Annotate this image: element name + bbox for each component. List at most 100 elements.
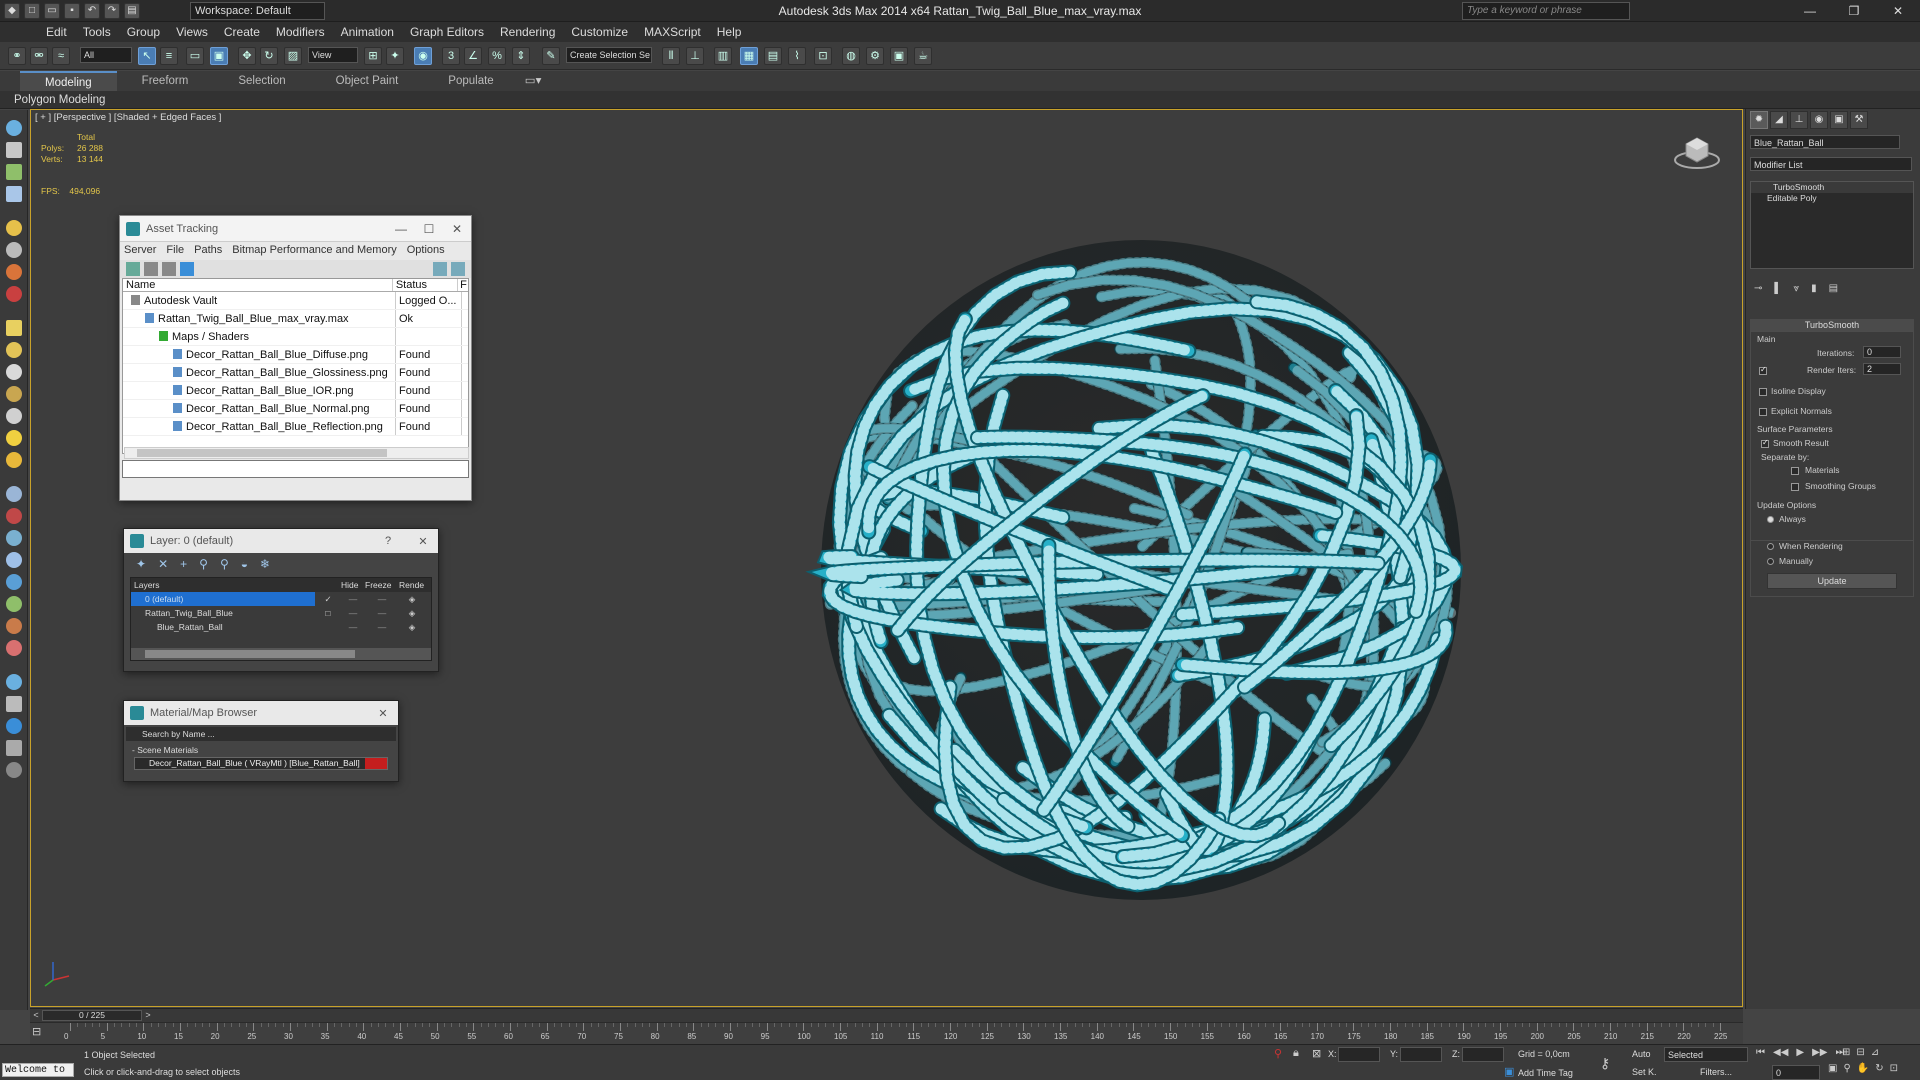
render-toggle-icon[interactable]: ◈ <box>399 620 425 634</box>
menu-graph-editors[interactable]: Graph Editors <box>402 22 492 42</box>
field-of-view-icon[interactable]: ⊿ <box>1871 1047 1879 1058</box>
table-view-icon[interactable] <box>162 262 176 276</box>
hierarchy-icon[interactable] <box>6 164 22 180</box>
tab-selection[interactable]: Selection <box>213 71 310 91</box>
new-file-icon[interactable]: □ <box>24 3 40 19</box>
menu-server[interactable]: Server <box>124 244 156 258</box>
delete-layer-icon[interactable]: ✕ <box>158 557 168 571</box>
modify-tab-icon[interactable]: ◢ <box>1770 111 1788 129</box>
redo-icon[interactable]: ↷ <box>104 3 120 19</box>
box-icon[interactable] <box>6 320 22 336</box>
list-view-icon[interactable] <box>144 262 158 276</box>
isolate-selection-icon[interactable]: ⚲ <box>1274 1047 1282 1060</box>
app-menu-icon[interactable]: ◆ <box>4 3 20 19</box>
material-search-input[interactable]: Search by Name ... <box>126 727 396 741</box>
pivot-center-icon[interactable]: ⊞ <box>364 47 382 65</box>
camera-icon[interactable] <box>6 242 22 258</box>
time-slider[interactable]: < 0 / 225 > <box>30 1008 1743 1022</box>
layer-box-icon[interactable]: □ <box>315 606 341 620</box>
key-filter-dropdown[interactable]: Selected <box>1664 1047 1748 1062</box>
asset-row[interactable]: Decor_Rattan_Ball_Blue_IOR.png Found <box>123 382 468 400</box>
smoothing-groups-checkbox[interactable] <box>1791 483 1799 491</box>
select-manipulate-icon[interactable]: ✦ <box>386 47 404 65</box>
menu-maxscript[interactable]: MAXScript <box>636 22 709 42</box>
hide-all-icon[interactable]: ◒ <box>241 557 248 571</box>
maximize-viewport-icon[interactable]: ⊡ <box>1890 1063 1898 1074</box>
rattan-ball-mesh[interactable] <box>711 130 1511 990</box>
mini-curve-editor-icon[interactable]: ⊟ <box>32 1025 50 1041</box>
materials-checkbox[interactable] <box>1791 467 1799 475</box>
menu-file[interactable]: File <box>166 244 184 258</box>
render-toggle-icon[interactable]: ◈ <box>399 606 425 620</box>
sphere-icon[interactable] <box>6 342 22 358</box>
pan-icon[interactable]: ✋ <box>1857 1063 1869 1074</box>
material-editor-icon[interactable]: ◍ <box>842 47 860 65</box>
create-tab-icon[interactable]: ✹ <box>1750 111 1768 129</box>
explicit-normals-checkbox[interactable] <box>1759 408 1767 416</box>
current-frame-field[interactable]: 0 <box>1772 1065 1820 1080</box>
when-rendering-radio[interactable] <box>1767 543 1774 550</box>
time-prev-icon[interactable]: < <box>30 1009 42 1022</box>
helper-icon[interactable] <box>6 264 22 280</box>
time-slider-thumb[interactable]: 0 / 225 <box>42 1010 142 1021</box>
key-filters-button[interactable]: Filters... <box>1700 1067 1732 1077</box>
cylinder-icon[interactable] <box>6 386 22 402</box>
rectangular-selection-icon[interactable]: ▭ <box>186 47 204 65</box>
select-by-name-icon[interactable]: ≡ <box>160 47 178 65</box>
menu-animation[interactable]: Animation <box>333 22 402 42</box>
pin-stack-icon[interactable]: ⊸ <box>1754 283 1762 294</box>
menu-bitmap-performance[interactable]: Bitmap Performance and Memory <box>232 244 396 258</box>
show-end-result-icon[interactable]: ▌ <box>1774 283 1781 294</box>
tab-freeform[interactable]: Freeform <box>117 71 214 91</box>
menu-views[interactable]: Views <box>168 22 216 42</box>
layer-box-icon[interactable] <box>315 620 341 634</box>
remove-modifier-icon[interactable]: ▮ <box>1811 283 1817 294</box>
horizontal-scrollbar[interactable] <box>124 447 469 459</box>
menu-tools[interactable]: Tools <box>75 22 119 42</box>
viewport-icon[interactable] <box>6 120 22 136</box>
track-bar[interactable]: ⊟ 0 5 10 15 20 25 30 35 40 45 50 55 60 65 70 75 80 85 90 95… <box>30 1022 1743 1044</box>
move-icon[interactable]: ✥ <box>238 47 256 65</box>
freeze-toggle-icon[interactable]: — <box>365 592 399 606</box>
render-iters-checkbox[interactable] <box>1759 365 1767 375</box>
asset-row[interactable]: Decor_Rattan_Ball_Blue_Diffuse.png Found <box>123 346 468 364</box>
help-icon[interactable] <box>433 262 447 276</box>
select-object-icon[interactable]: ↖ <box>138 47 156 65</box>
close-icon[interactable]: ✕ <box>368 707 398 720</box>
open-file-icon[interactable]: ▭ <box>44 3 60 19</box>
z-coordinate-field[interactable] <box>1462 1047 1504 1062</box>
snaps-toggle-icon[interactable]: 3 <box>442 47 460 65</box>
menu-modifiers[interactable]: Modifiers <box>268 22 333 42</box>
maximize-icon[interactable]: ☐ <box>415 222 443 236</box>
maxscript-listener[interactable]: Welcome to <box>2 1063 74 1077</box>
rendered-frame-window-icon[interactable]: ▣ <box>890 47 908 65</box>
restore-icon[interactable]: ❐ <box>1832 0 1876 22</box>
object-name-field[interactable]: Blue_Rattan_Ball <box>1750 135 1900 149</box>
render-icon[interactable] <box>6 718 22 734</box>
menu-rendering[interactable]: Rendering <box>492 22 563 42</box>
auto-key-button[interactable]: Auto <box>1632 1049 1651 1059</box>
hide-toggle-icon[interactable]: — <box>341 606 365 620</box>
asset-row[interactable]: Decor_Rattan_Ball_Blue_Glossiness.png Fou… <box>123 364 468 382</box>
key-mode-icon[interactable]: ⚷ <box>1600 1055 1610 1072</box>
globe-icon[interactable] <box>6 574 22 590</box>
angle-snap-icon[interactable]: ∠ <box>464 47 482 65</box>
column-render[interactable]: Rende <box>399 578 429 592</box>
display-tab-icon[interactable]: ▣ <box>1830 111 1848 129</box>
x-coordinate-field[interactable] <box>1338 1047 1380 1062</box>
selection-lock-icon[interactable]: 🔒︎ <box>1293 1047 1299 1060</box>
vray-icon[interactable] <box>6 596 22 612</box>
column-name[interactable]: Name <box>123 279 393 291</box>
time-config-icon[interactable]: ▣ <box>1828 1063 1837 1074</box>
undo-icon[interactable]: ↶ <box>84 3 100 19</box>
layer-row[interactable]: Rattan_Twig_Ball_Blue □ — — ◈ <box>131 606 431 620</box>
modifier-list-dropdown[interactable]: Modifier List <box>1750 157 1912 171</box>
set-key-button[interactable]: Set K. <box>1632 1067 1657 1077</box>
stack-item-turbosmooth[interactable]: TurboSmooth <box>1751 182 1913 193</box>
bone-icon[interactable] <box>6 640 22 656</box>
go-to-start-icon[interactable]: ⏮ <box>1756 1047 1765 1058</box>
edit-named-selection-icon[interactable]: ✎ <box>542 47 560 65</box>
render-production-icon[interactable]: ☕ <box>914 47 932 65</box>
hide-toggle-icon[interactable]: — <box>341 592 365 606</box>
add-time-tag-button[interactable]: Add Time Tag <box>1518 1068 1573 1078</box>
